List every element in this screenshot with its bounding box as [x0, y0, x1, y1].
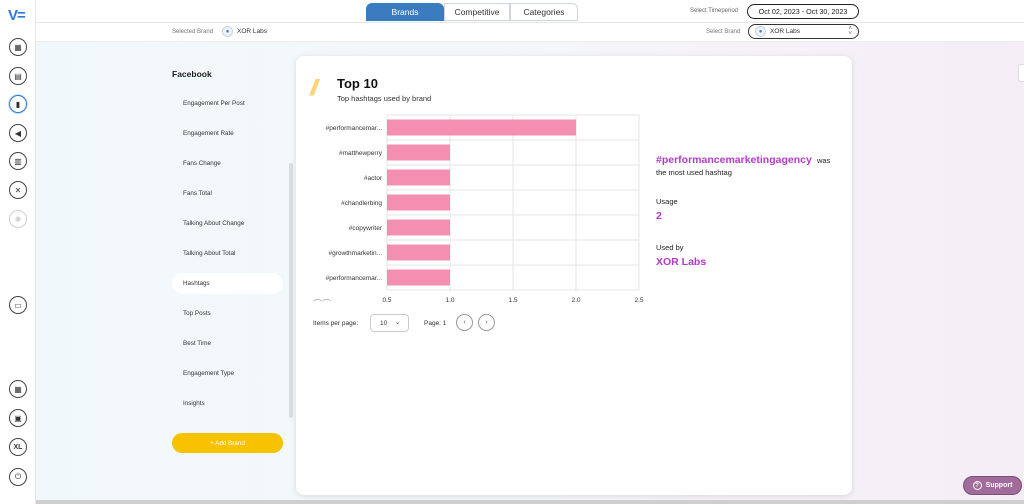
- menu-item-hashtags[interactable]: Hashtags: [172, 273, 283, 294]
- items-per-page-value: 10: [380, 319, 388, 327]
- bar-chart-icon[interactable]: ▮: [9, 95, 27, 113]
- brand-select[interactable]: ● XOR Labs ˄ ˅: [748, 24, 859, 39]
- top-bar: Brands Competitive Categories Select Tim…: [36, 0, 1024, 23]
- used-by-label: Used by: [656, 243, 684, 252]
- insight-description: the most used hashtag: [656, 168, 732, 177]
- items-per-page-select[interactable]: 10 ⌄: [370, 314, 409, 332]
- monitor-icon[interactable]: ▭: [9, 296, 27, 314]
- selected-brand-chip: ● XOR Labs: [222, 26, 267, 37]
- chart-type-icon[interactable]: ⌒⌒: [313, 297, 331, 310]
- category-label: #chandlerbing: [341, 200, 382, 207]
- tab-categories[interactable]: Categories: [510, 3, 578, 21]
- megaphone-icon[interactable]: ◀: [9, 124, 27, 142]
- x-tick-label: 0.5: [382, 297, 391, 304]
- chevron-down-icon: ⌄: [394, 320, 400, 326]
- title-slashes-icon: //: [310, 75, 318, 100]
- brand-avatar-icon: ●: [755, 26, 766, 37]
- top-hashtag: #performancemarketingagency: [656, 154, 812, 166]
- menu-item-engagement-rate[interactable]: Engagement Rate: [172, 123, 283, 144]
- x-tick-label: 1.0: [445, 297, 454, 304]
- add-brand-button[interactable]: + Add Brand: [172, 433, 283, 453]
- brand-bar: Selected Brand ● XOR Labs Select Brand ●…: [36, 23, 1024, 42]
- category-label: #actor: [364, 175, 383, 182]
- left-rail: V= ▦ ▤ ▮ ◀ ▥ ✕ ✺ ▭ ▦ ▣ XL ⏻: [0, 0, 36, 504]
- category-label: #copywriter: [349, 225, 383, 232]
- menu-item-talking-about-total[interactable]: Talking About Total: [172, 243, 283, 264]
- card-title: Top 10: [337, 76, 378, 91]
- help-icon: ?: [972, 481, 982, 490]
- x-tick-label: 2.5: [634, 297, 643, 304]
- chart-bar: [387, 219, 450, 236]
- category-label: #growthmarketin...: [329, 250, 383, 257]
- timeperiod-label: Select Timeperiod: [690, 8, 739, 14]
- chart-bar: [387, 244, 450, 261]
- brand-avatar-icon: ●: [222, 26, 233, 37]
- menu-item-engagement-per-post[interactable]: Engagement Per Post: [172, 93, 283, 114]
- usage-label: Usage: [656, 197, 678, 206]
- chart-bar: [387, 144, 450, 161]
- view-tabs: Brands Competitive Categories: [366, 3, 578, 21]
- menu-item-top-posts[interactable]: Top Posts: [172, 303, 283, 324]
- spinner-icon[interactable]: ✺: [9, 210, 27, 228]
- items-per-page-label: Items per page:: [313, 320, 359, 327]
- used-by-value: XOR Labs: [656, 256, 707, 268]
- user-avatar[interactable]: XL: [9, 438, 27, 456]
- selected-brand-value: XOR Labs: [237, 28, 267, 35]
- chart-bar: [387, 194, 450, 211]
- chart-bar: [387, 119, 576, 136]
- chevron-updown-icon: ˄ ˅: [848, 26, 852, 37]
- x-tick-label: 1.5: [508, 297, 517, 304]
- page-indicator: Page: 1: [424, 320, 447, 327]
- clipboard-icon[interactable]: ▥: [9, 152, 27, 170]
- category-label: #matthewperry: [339, 150, 383, 157]
- menu-item-fans-change[interactable]: Fans Change: [172, 153, 283, 174]
- menu-item-talking-about-change[interactable]: Talking About Change: [172, 213, 283, 234]
- menu-item-best-time[interactable]: Best Time: [172, 333, 283, 354]
- hashtag-bar-chart: 0.5 1.0 1.5 2.0 2.5 #performancemar... #matthe…: [326, 114, 644, 304]
- menu-item-engagement-type[interactable]: Engagement Type: [172, 363, 283, 384]
- power-icon[interactable]: ⏻: [9, 468, 27, 486]
- bank-icon[interactable]: ▦: [9, 380, 27, 398]
- chevron-left-icon: ‹: [463, 319, 466, 326]
- menu-item-fans-total[interactable]: Fans Total: [172, 183, 283, 204]
- bottom-border: [0, 500, 1024, 504]
- prev-page-button[interactable]: ‹: [456, 314, 473, 331]
- insight-was-text: was: [817, 156, 831, 165]
- support-button[interactable]: ? Support: [963, 476, 1022, 495]
- selected-brand-label: Selected Brand: [172, 29, 214, 35]
- select-brand-label: Select Brand: [706, 29, 741, 35]
- menu-section-title: Facebook: [172, 69, 212, 79]
- x-tick-label: 2.0: [571, 297, 580, 304]
- brand-select-value: XOR Labs: [770, 28, 800, 35]
- tab-brands[interactable]: Brands: [366, 3, 444, 21]
- chevron-right-icon: ›: [485, 319, 488, 326]
- timeperiod-picker[interactable]: Oct 02, 2023 - Oct 30, 2023: [747, 4, 859, 19]
- tab-competitive[interactable]: Competitive: [444, 3, 510, 21]
- chart-bar: [387, 169, 450, 186]
- support-label: Support: [985, 482, 1013, 489]
- chart-bar: [387, 269, 450, 286]
- menu-scrollbar[interactable]: [289, 163, 293, 418]
- link-icon[interactable]: ✕: [9, 181, 27, 199]
- settings-box-icon[interactable]: ▣: [9, 409, 27, 427]
- category-label: #performancemar...: [326, 275, 383, 282]
- app-logo[interactable]: V=: [8, 7, 30, 24]
- calendar-check-icon[interactable]: ▤: [9, 67, 27, 85]
- calendar-icon[interactable]: ▦: [9, 38, 27, 56]
- menu-item-insights[interactable]: Insights: [172, 393, 283, 414]
- side-panel-handle[interactable]: [1018, 64, 1024, 82]
- next-page-button[interactable]: ›: [478, 314, 495, 331]
- usage-value: 2: [656, 210, 662, 222]
- card-subtitle: Top hashtags used by brand: [337, 94, 432, 103]
- category-label: #performancemar...: [326, 125, 383, 132]
